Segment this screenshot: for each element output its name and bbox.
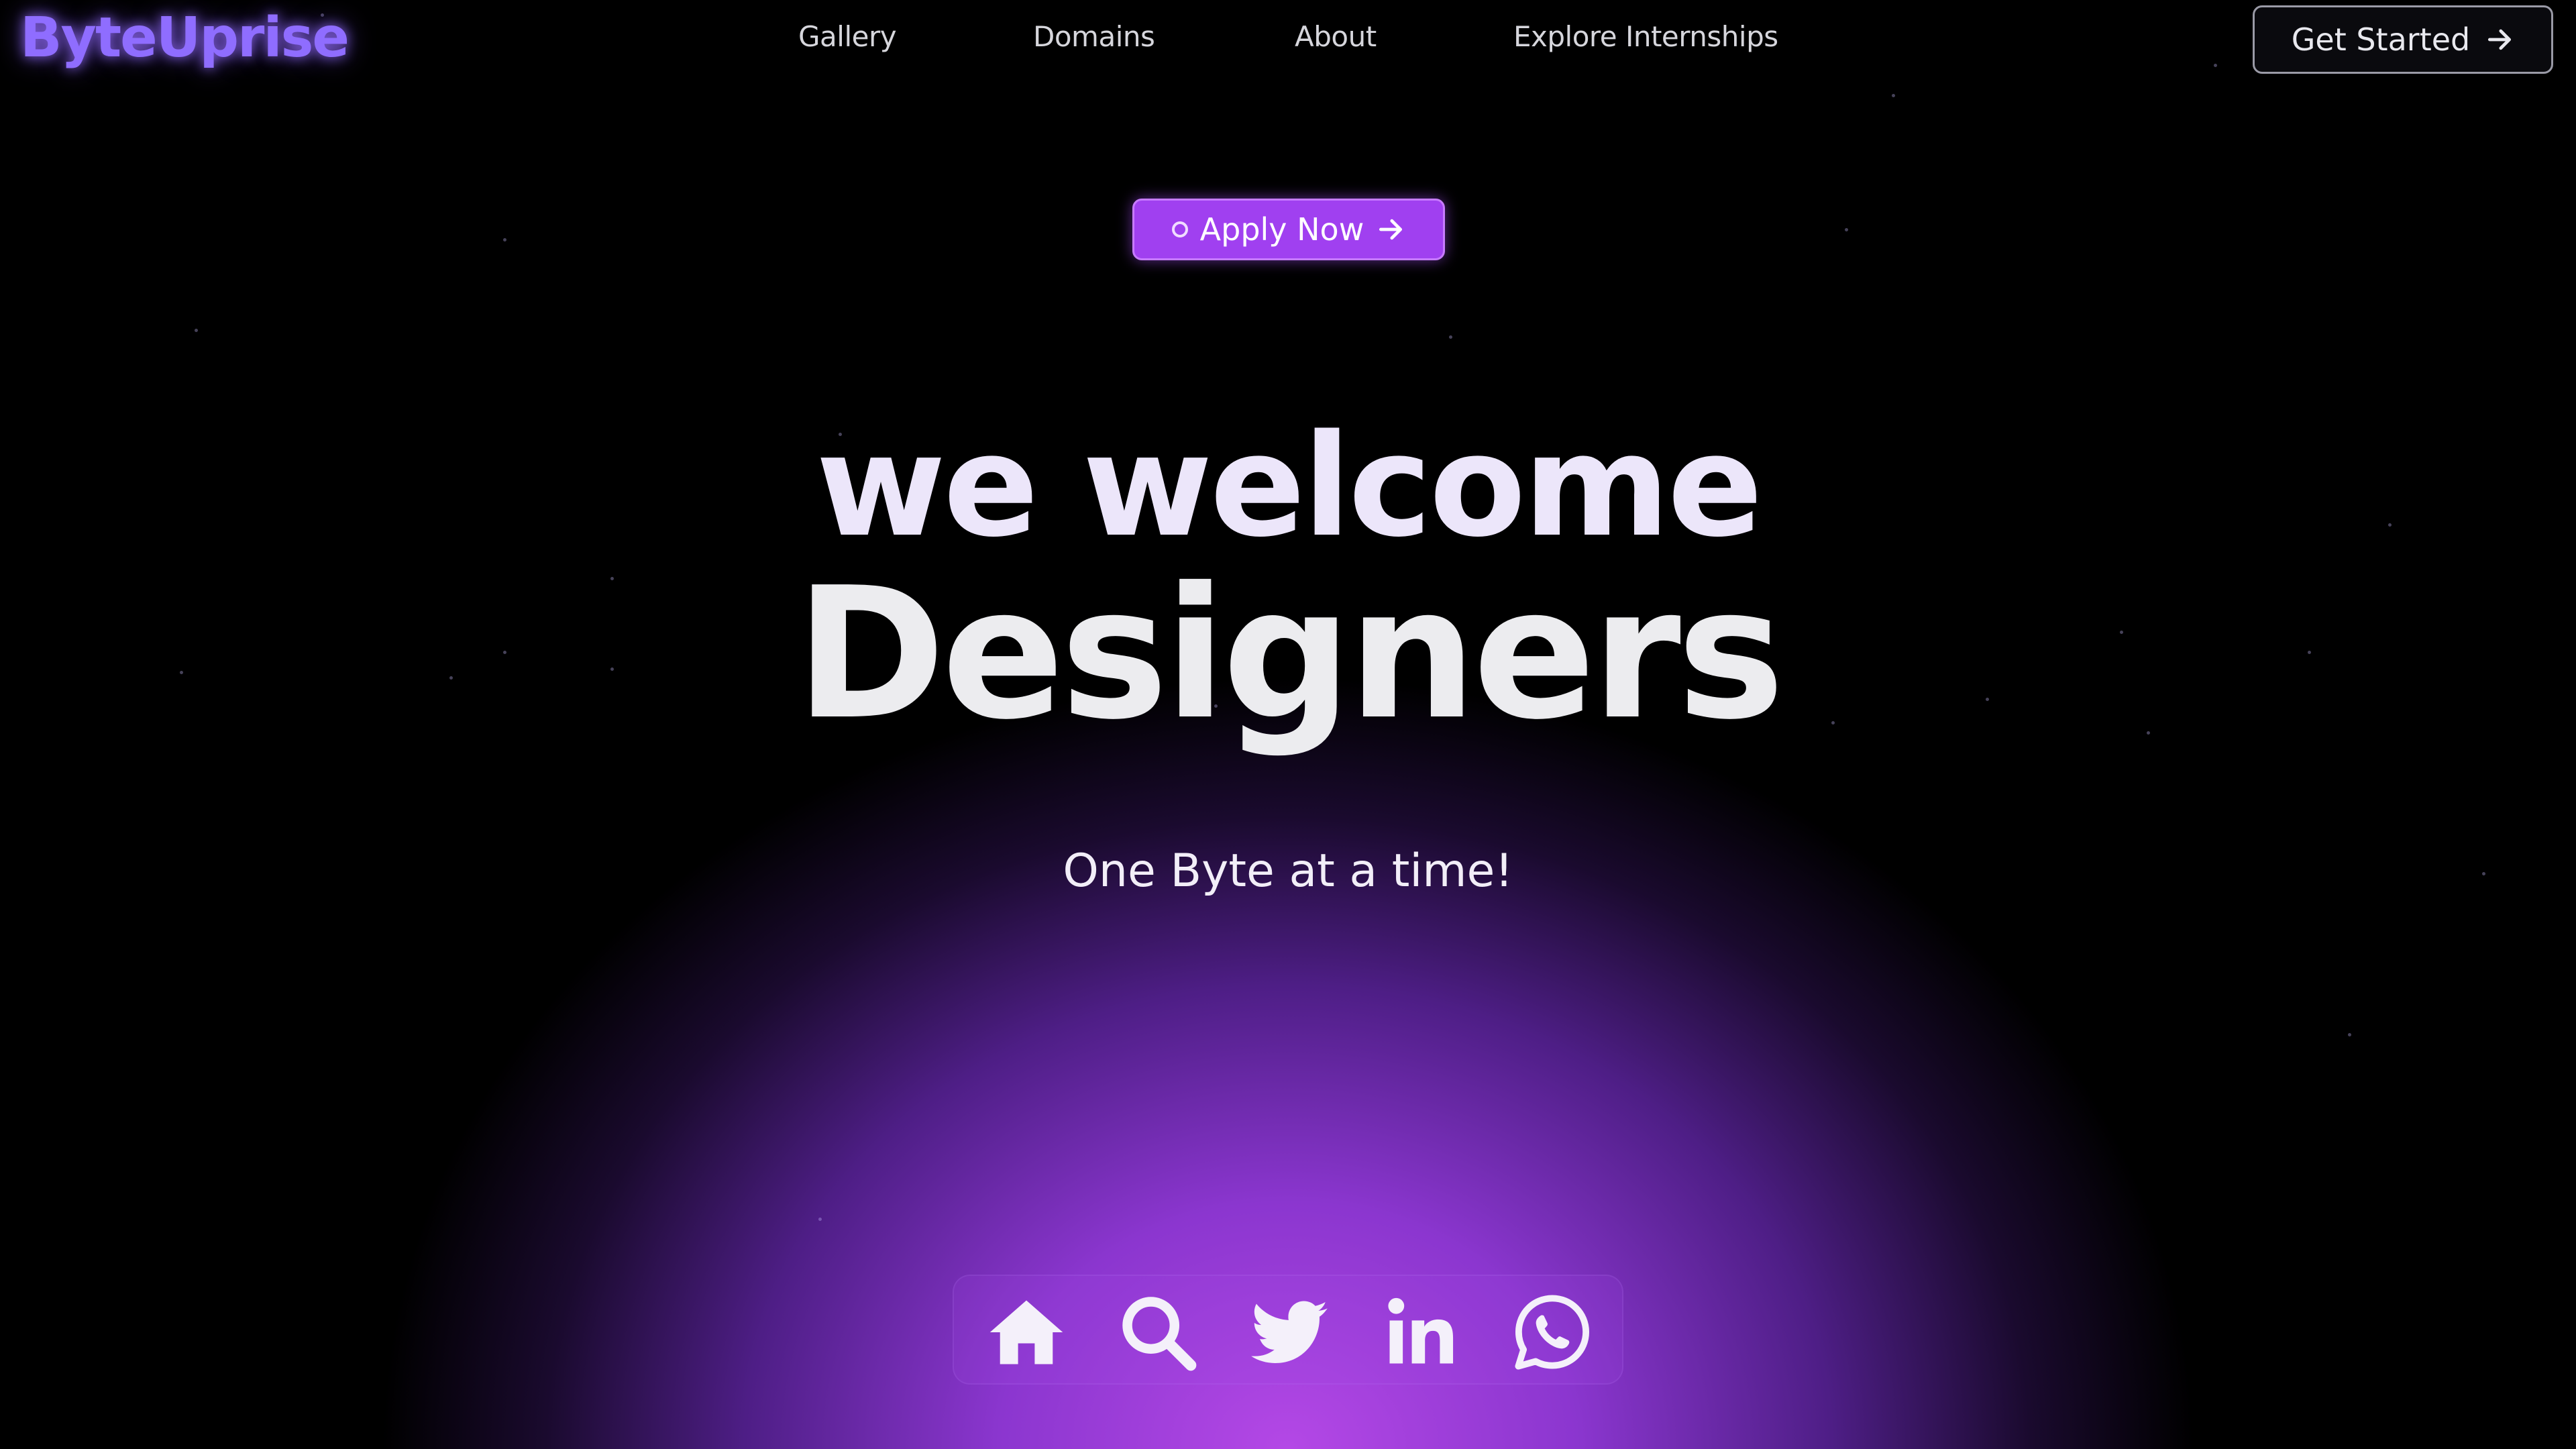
dot-icon [1171, 221, 1188, 237]
arrow-right-icon [2485, 25, 2514, 54]
apply-now-label: Apply Now [1199, 211, 1364, 248]
get-started-label: Get Started [2291, 21, 2471, 58]
nav-explore-internships[interactable]: Explore Internships [1513, 20, 1778, 53]
nav-about[interactable]: About [1295, 20, 1377, 53]
nav-gallery[interactable]: Gallery [798, 20, 897, 53]
nav-domains[interactable]: Domains [1033, 20, 1155, 53]
page: ByteUprise Gallery Domains About Explore… [0, 0, 2576, 1449]
apply-now-button[interactable]: Apply Now [1132, 199, 1445, 260]
search-icon[interactable] [1116, 1291, 1199, 1374]
whatsapp-icon[interactable] [1511, 1291, 1594, 1374]
tagline: One Byte at a time! [1063, 845, 1513, 898]
social-dock [953, 1275, 1623, 1385]
headline-line-1: we welcome [816, 404, 1763, 568]
get-started-button[interactable]: Get Started [2253, 5, 2553, 74]
home-icon[interactable] [985, 1291, 1068, 1374]
arrow-right-icon [1376, 215, 1405, 244]
twitter-icon[interactable] [1248, 1291, 1331, 1374]
linkedin-icon[interactable] [1379, 1291, 1462, 1374]
headline-line-2: Designers [795, 548, 1785, 759]
main-nav: Gallery Domains About Explore Internship… [0, 20, 2576, 60]
